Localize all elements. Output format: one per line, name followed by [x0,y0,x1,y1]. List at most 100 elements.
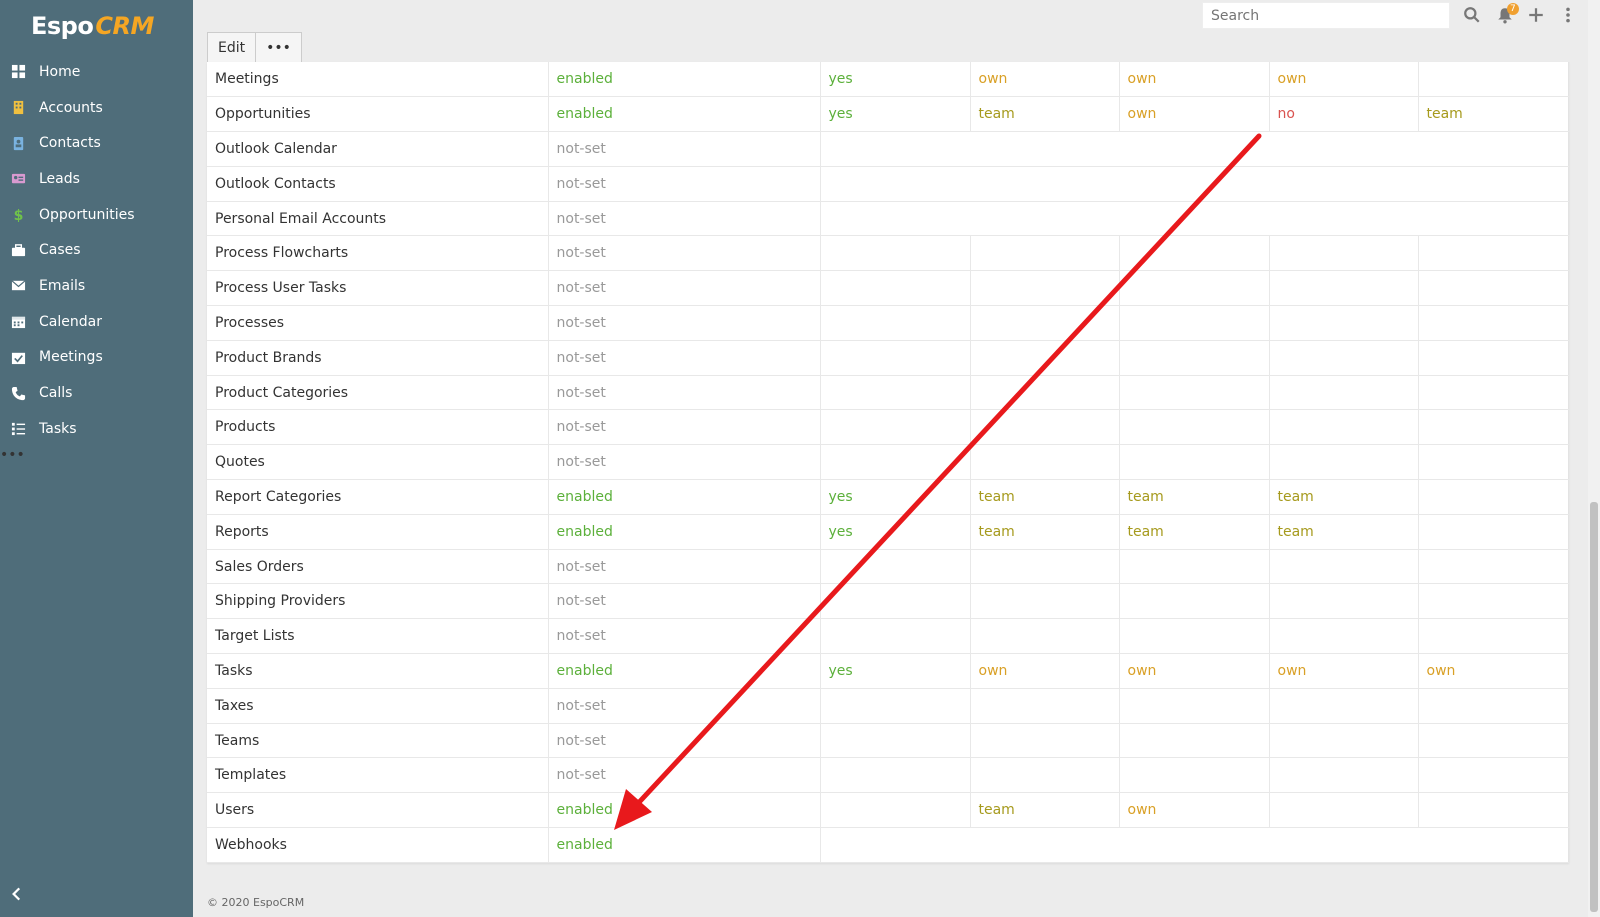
role-permissions-table: Meetings enabled yes own own own Opportunities… [207,62,1570,863]
home-icon [10,64,26,80]
edit-button[interactable]: Edit [207,32,257,64]
permission-cell [820,270,971,307]
permission-cell: team [1269,514,1419,550]
access-value: not-set [548,131,821,167]
empty-permission-span [820,201,1569,237]
permission-cell [820,723,971,759]
permission-cell [1418,688,1570,724]
sidebar-item-label: Cases [39,242,81,259]
permission-cell: yes [820,479,971,515]
scope-name: Report Categories [207,479,549,515]
permission-cell [820,549,971,585]
sidebar-item-leads[interactable]: Leads [0,161,193,197]
table-row: Quotes not-set [207,444,1570,481]
permission-cell [970,583,1120,620]
access-value: not-set [548,444,821,481]
permission-cell [820,583,971,620]
permission-cell [1418,618,1570,655]
permission-cell: team [1418,96,1570,133]
more-actions-button[interactable]: ••• [256,32,302,64]
scope-name: Reports [207,514,549,550]
permission-cell [820,618,971,655]
scope-name: Sales Orders [207,549,549,585]
permission-cell [1269,757,1419,794]
sidebar-item-home[interactable]: Home [0,54,193,90]
permission-cell [970,270,1120,307]
permission-cell [1418,757,1570,794]
permission-cell: own [1119,96,1270,133]
search-icon[interactable] [1463,6,1481,24]
sidebar-item-cases[interactable]: Cases [0,232,193,268]
search-input[interactable] [1202,2,1450,29]
footer-copyright: © 2020 EspoCRM [207,896,305,909]
sidebar-item-label: Opportunities [39,206,135,223]
calendar-icon [10,314,26,330]
scope-name: Taxes [207,688,549,724]
sidebar-item-calls[interactable]: Calls [0,375,193,411]
notification-badge: 7 [1507,3,1519,15]
access-value: not-set [548,583,821,620]
table-row: Products not-set [207,409,1570,446]
access-value: not-set [548,688,821,724]
sidebar-item-label: Tasks [39,420,77,437]
table-row: Outlook Calendar not-set [207,131,1569,167]
table-row: Sales Orders not-set [207,549,1570,585]
access-value: enabled [548,96,821,133]
permission-cell [1418,62,1570,98]
table-row: Personal Email Accounts not-set [207,201,1569,237]
permission-cell [1119,723,1270,759]
permission-cell [1418,409,1570,446]
table-row: Teams not-set [207,723,1570,759]
scope-name: Outlook Contacts [207,166,549,202]
espocrm-logo[interactable]: EspoCRM [0,0,193,52]
permission-cell [970,375,1120,411]
permission-cell: own [1119,62,1270,98]
permission-cell [1418,723,1570,759]
scrollbar-thumb[interactable] [1590,502,1598,912]
sidebar-item-calendar[interactable]: Calendar [0,304,193,340]
table-row: Shipping Providers not-set [207,583,1570,620]
table-row: Reports enabled yes team team team [207,514,1570,550]
sidebar-item-label: Calendar [39,313,102,330]
access-value: enabled [548,653,821,689]
svg-text:$: $ [13,208,23,222]
permission-cell [1418,375,1570,411]
table-row: Templates not-set [207,757,1570,794]
sidebar-item-meetings[interactable]: Meetings [0,340,193,376]
plus-icon[interactable] [1527,6,1545,24]
permission-cell [970,618,1120,655]
scope-name: Quotes [207,444,549,481]
sidebar-item-emails[interactable]: Emails [0,268,193,304]
sidebar-item-contacts[interactable]: Contacts [0,125,193,161]
permission-cell [970,444,1120,481]
sidebar-more-button[interactable]: ••• [0,447,193,463]
access-value: not-set [548,409,821,446]
sidebar-item-tasks[interactable]: Tasks [0,411,193,447]
table-row: Meetings enabled yes own own own [207,62,1570,98]
table-row: Product Categories not-set [207,375,1570,411]
sidebar-nav: Home Accounts Contacts Leads $ Opportunities C… [0,54,193,447]
chevron-left-icon[interactable] [8,885,26,903]
vertical-dots-icon[interactable] [1563,6,1573,24]
sidebar-item-accounts[interactable]: Accounts [0,90,193,126]
empty-permission-span [820,131,1569,167]
page-scrollbar[interactable] [1588,0,1600,917]
permission-cell [820,305,971,341]
tasks-icon [10,421,26,437]
permission-cell: team [1119,514,1270,550]
permission-cell [970,549,1120,585]
access-value: not-set [548,166,821,202]
permission-cell: team [970,792,1120,829]
permission-cell [1269,688,1419,724]
calendar-check-icon [10,349,26,365]
permission-cell [1269,549,1419,585]
permission-cell [1269,583,1419,620]
scope-name: Tasks [207,653,549,689]
permission-cell [820,444,971,481]
permission-cell [1269,235,1419,272]
sidebar-item-opportunities[interactable]: $ Opportunities [0,197,193,233]
permission-cell: own [970,653,1120,689]
permission-cell [820,757,971,794]
permission-cell: team [970,96,1120,133]
scope-name: Products [207,409,549,446]
